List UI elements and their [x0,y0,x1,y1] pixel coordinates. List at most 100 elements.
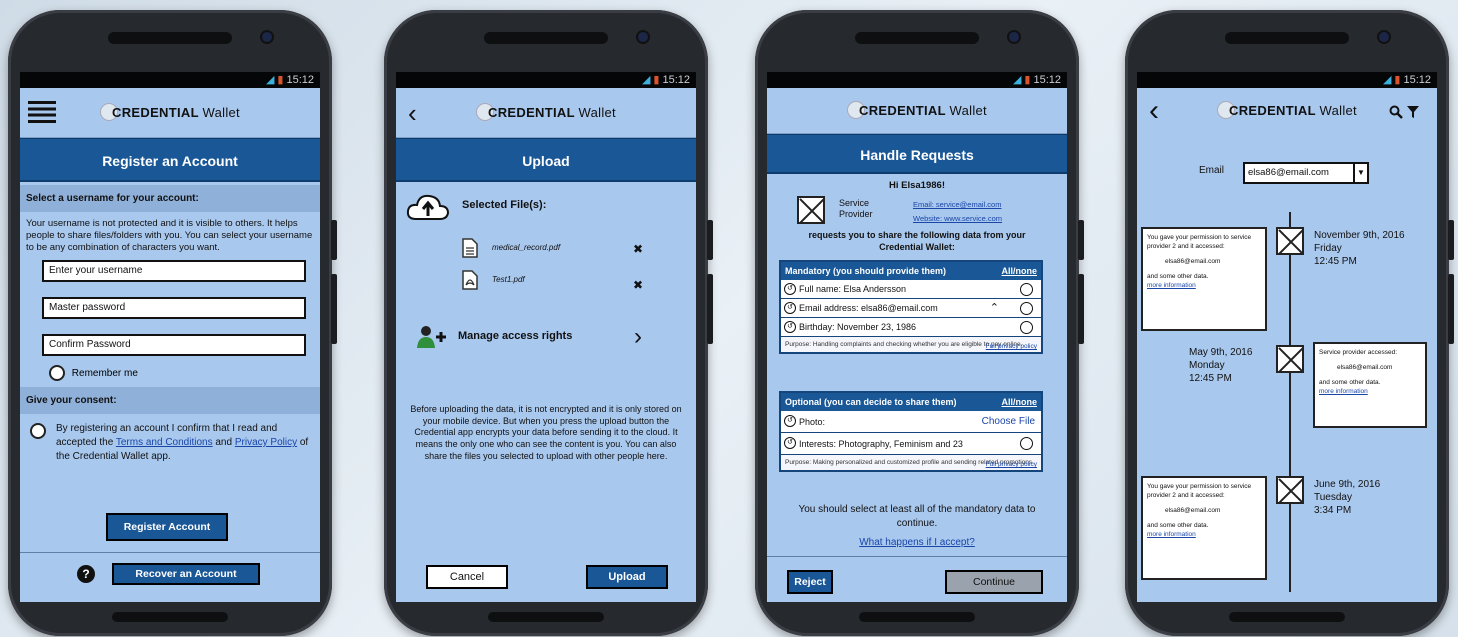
screen-requests: ◢ ▮ 15:12 CREDENTIAL Wallet Handle Request… [767,72,1067,602]
purpose-note: Purpose: Making personalized and customi… [781,455,1041,470]
email-select[interactable]: elsa86@email.com ▼ [1243,162,1369,184]
filter-icon[interactable] [1407,105,1419,119]
power-button [1078,274,1084,344]
history-icon: ↺ [784,302,796,314]
privacy-policy-link[interactable]: Full privacy policy [986,342,1037,351]
upload-button[interactable]: Upload [586,565,668,589]
register-account-button[interactable]: Register Account [106,513,228,541]
bottom-speaker [859,612,975,622]
consent-radio[interactable] [30,423,46,439]
chevron-down-icon[interactable]: ▼ [1353,164,1367,182]
more-information-link[interactable]: more information [1147,281,1261,290]
choose-file-button[interactable]: Choose File [982,411,1035,433]
select-radio[interactable] [1020,283,1033,296]
continue-button[interactable]: Continue [945,570,1043,594]
status-bar: ◢ ▮ 15:12 [20,72,320,88]
page-title: Upload [396,138,696,182]
email-filter-label: Email [1199,165,1225,176]
history-card: You gave your permission to service prov… [1141,227,1267,331]
cancel-button[interactable]: Cancel [426,565,508,589]
file-item[interactable]: Test1.pdf [462,270,662,292]
provider-website-link[interactable]: Website: www.service.com [913,214,1002,223]
add-user-icon [417,326,446,348]
optional-header: Optional (you can decide to share them) A… [781,393,1041,411]
bottom-divider [767,556,1067,557]
select-radio[interactable] [1020,437,1033,450]
greeting: Hi Elsa1986! [889,180,945,191]
app-logo: CREDENTIAL Wallet [396,103,696,121]
mandatory-panel: Mandatory (you should provide them) All/n… [779,260,1043,354]
bottom-speaker [488,612,604,622]
upload-info-text: Before uploading the data, it is not enc… [410,404,682,461]
reject-button[interactable]: Reject [787,570,833,594]
mandatory-header: Mandatory (you should provide them) All/n… [781,262,1041,280]
earpiece-speaker [484,32,608,44]
page-title: Register an Account [20,138,320,182]
page-title: Handle Requests [767,134,1067,174]
app-bar: CREDENTIAL Wallet [20,88,320,138]
history-card: You gave your permission to service prov… [1141,476,1267,580]
selected-files-label: Selected File(s): [462,199,547,211]
recover-account-button[interactable]: Recover an Account [112,563,260,585]
remember-me[interactable]: Remember me [49,365,320,381]
section-consent-heading: Give your consent: [20,387,320,414]
power-button [1448,274,1454,344]
privacy-policy-link[interactable]: Full privacy policy [986,460,1037,469]
front-camera [1007,30,1021,44]
chevron-right-icon: › [634,323,642,350]
all-none-toggle[interactable]: All/none [1002,266,1038,276]
pdf-icon [462,270,478,290]
username-info-text: Your username is not protected and it is… [26,218,313,253]
data-row[interactable]: ↺ Email address: elsa86@email.com ⌃ [781,299,1041,318]
remove-file-icon[interactable]: ✖ [633,278,643,292]
data-row[interactable]: ↺ Interests: Photography, Feminism and 23 [781,433,1041,455]
power-button [331,274,337,344]
history-icon: ↺ [784,321,796,333]
phone-requests: ◢ ▮ 15:12 CREDENTIAL Wallet Handle Request… [755,10,1084,636]
confirm-password-input[interactable]: Confirm Password [42,334,306,356]
all-none-toggle[interactable]: All/none [1002,397,1038,407]
cloud-upload-icon [406,192,450,227]
phone-history: ◢ ▮ 15:12 ‹ CREDENTIAL Wallet Email elsa86… [1125,10,1454,636]
app-logo: CREDENTIAL Wallet [20,103,320,121]
history-icon: ↺ [784,437,796,449]
privacy-link[interactable]: Privacy Policy [235,437,297,448]
file-item[interactable]: medical_record.pdf [462,238,662,260]
entry-date: June 9th, 2016 Tuesday 3:34 PM [1314,479,1381,516]
more-information-link[interactable]: more information [1319,387,1421,396]
search-icon[interactable] [1389,105,1403,119]
data-row[interactable]: ↺ Full name: Elsa Andersson [781,280,1041,299]
document-icon [462,238,478,258]
remove-file-icon[interactable]: ✖ [633,242,643,256]
provider-label: Service Provider [839,198,873,219]
screen-history: ◢ ▮ 15:12 ‹ CREDENTIAL Wallet Email elsa86… [1137,72,1437,602]
history-card: Service provider accessed: elsa86@email.c… [1313,342,1427,428]
history-icon: ↺ [784,415,796,427]
provider-email-link[interactable]: Email: service@email.com [913,200,1001,209]
power-button [707,274,713,344]
app-logo: CREDENTIAL Wallet [767,101,1067,119]
master-password-input[interactable]: Master password [42,297,306,319]
app-bar: ‹ CREDENTIAL Wallet [396,88,696,138]
data-row[interactable]: ↺ Photo: Choose File [781,411,1041,433]
what-happens-link[interactable]: What happens if I accept? [767,537,1067,548]
remember-radio[interactable] [49,365,65,381]
select-radio[interactable] [1020,321,1033,334]
help-icon[interactable]: ? [77,565,95,583]
status-bar: ◢ ▮ 15:12 [767,72,1067,88]
timeline-marker [1276,227,1304,255]
purpose-note: Purpose: Handling complaints and checkin… [781,337,1041,352]
volume-button [707,220,713,260]
volume-button [1078,220,1084,260]
manage-access-row[interactable]: Manage access rights › [416,323,656,351]
username-input[interactable]: Enter your username [42,260,306,282]
select-radio[interactable] [1020,302,1033,315]
terms-link[interactable]: Terms and Conditions [116,437,213,448]
section-username-heading: Select a username for your account: [20,185,320,212]
chevron-up-icon[interactable]: ⌃ [990,299,999,318]
data-row[interactable]: ↺ Birthday: November 23, 1986 [781,318,1041,337]
more-information-link[interactable]: more information [1147,530,1261,539]
app-bar: CREDENTIAL Wallet [767,88,1067,134]
consent-block: By registering an account I confirm that… [20,414,320,464]
front-camera [1377,30,1391,44]
